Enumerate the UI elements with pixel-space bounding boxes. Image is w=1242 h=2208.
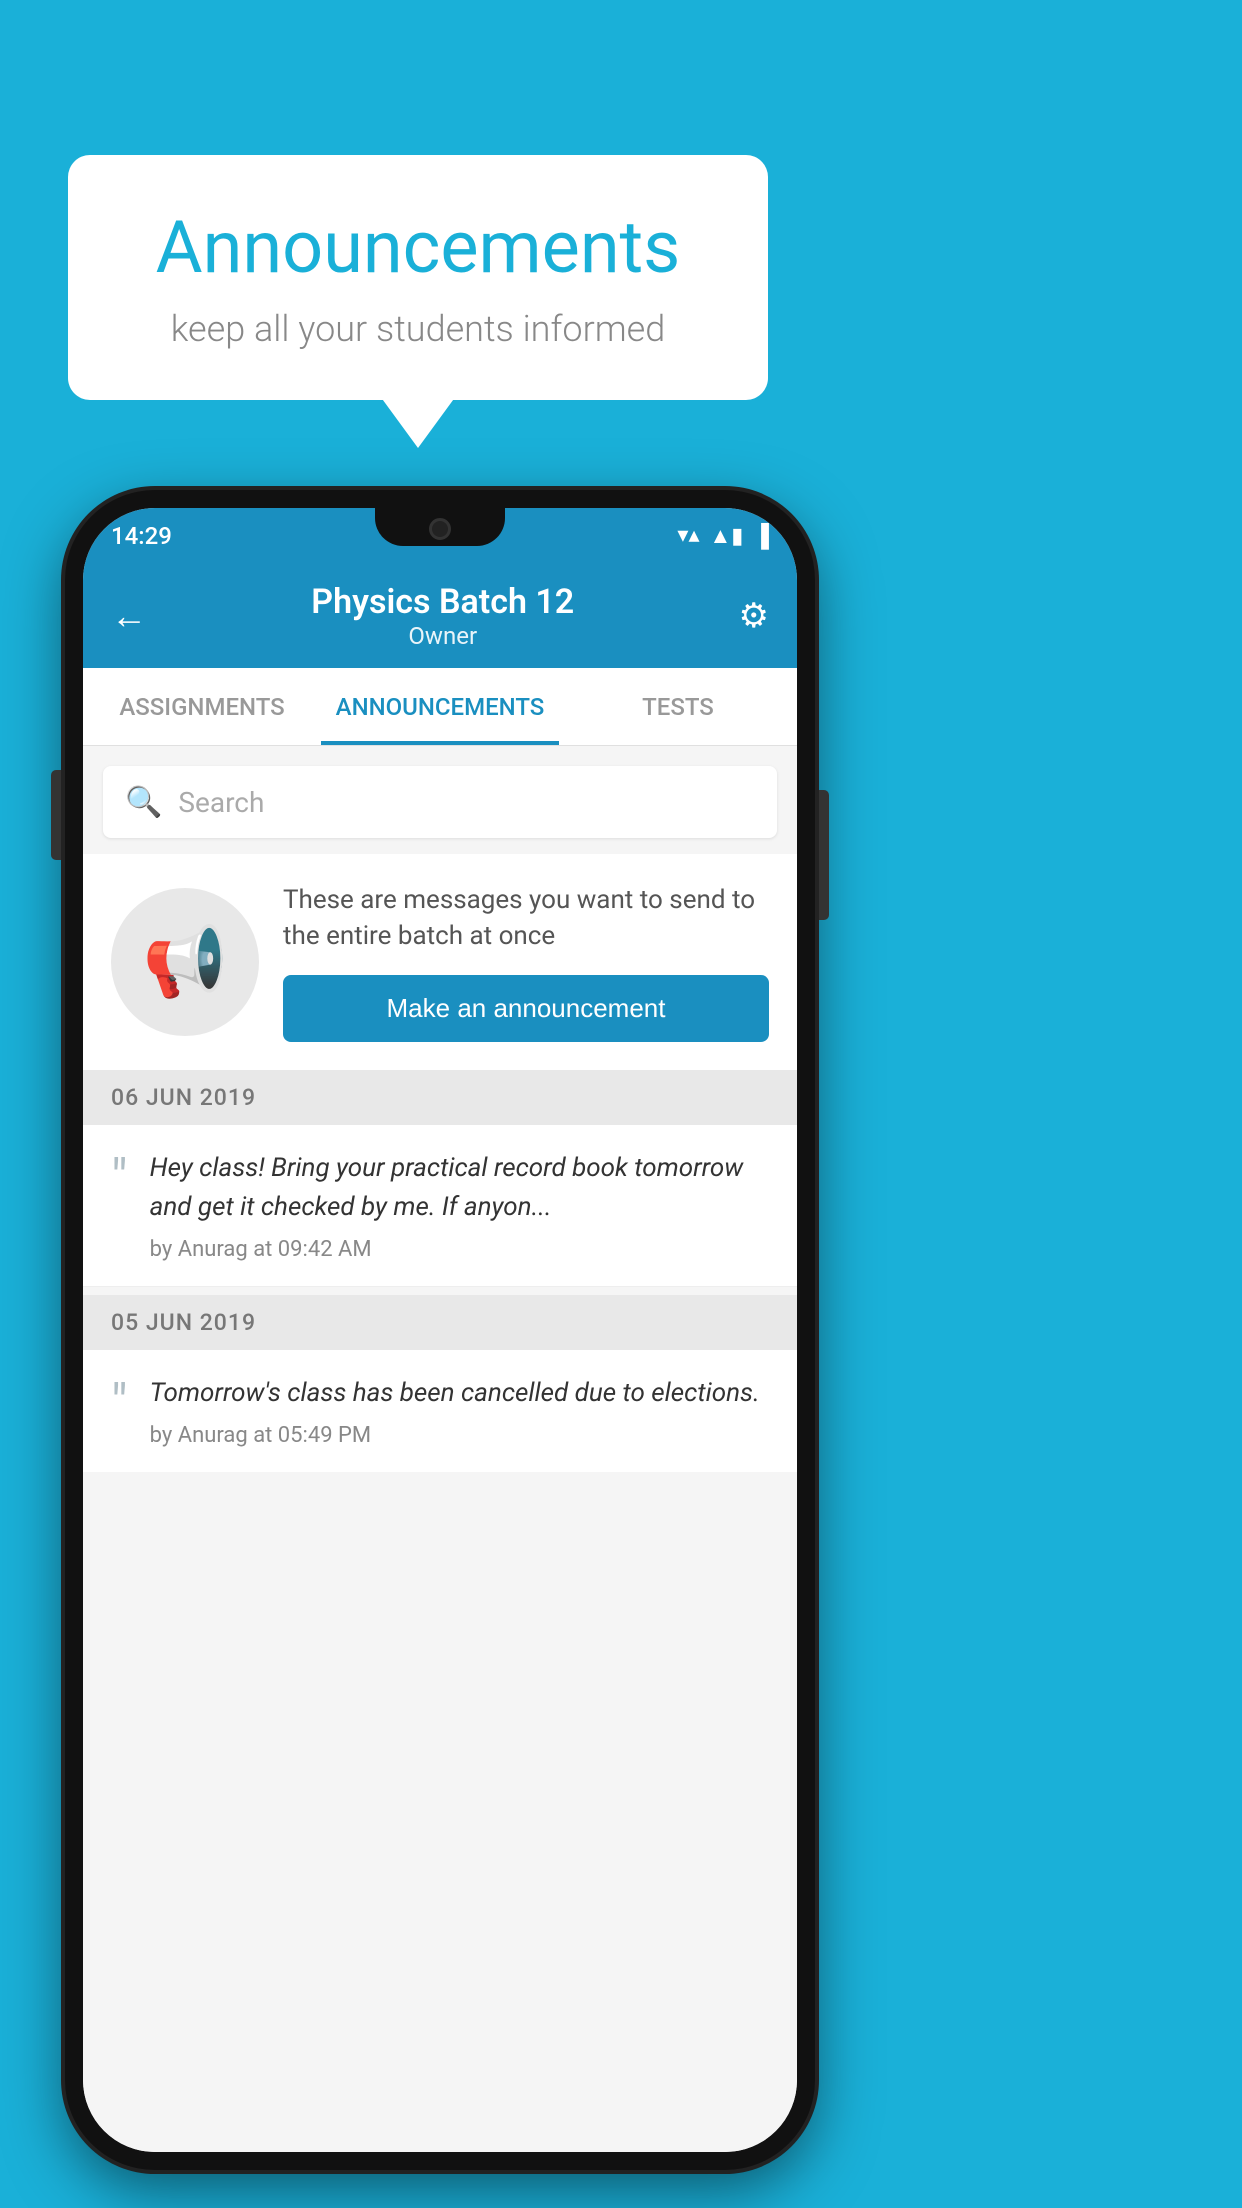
search-bar[interactable]: 🔍 Search bbox=[103, 766, 777, 838]
header-title-area: Physics Batch 12 Owner bbox=[311, 582, 574, 650]
promo-icon-circle: 📢 bbox=[111, 888, 259, 1036]
phone-outer: 14:29 ▾▴ ▲▮ ▐ ← Physics Batch 12 Owner ⚙ bbox=[65, 490, 815, 2170]
phone-notch bbox=[375, 508, 505, 546]
promo-description: These are messages you want to send to t… bbox=[283, 882, 769, 955]
back-button[interactable]: ← bbox=[111, 595, 147, 637]
header-subtitle: Owner bbox=[311, 622, 574, 650]
speech-bubble: Announcements keep all your students inf… bbox=[68, 155, 768, 400]
speech-bubble-container: Announcements keep all your students inf… bbox=[68, 155, 768, 400]
bubble-title: Announcements bbox=[128, 205, 708, 290]
make-announcement-button[interactable]: Make an announcement bbox=[283, 975, 769, 1042]
status-time: 14:29 bbox=[111, 522, 172, 550]
status-icons: ▾▴ ▲▮ ▐ bbox=[677, 523, 769, 549]
search-icon: 🔍 bbox=[125, 785, 162, 820]
app-header: ← Physics Batch 12 Owner ⚙ bbox=[83, 563, 797, 668]
announcement-item-1[interactable]: " Hey class! Bring your practical record… bbox=[83, 1125, 797, 1287]
date-separator-1: 06 JUN 2019 bbox=[83, 1070, 797, 1125]
content-area: 🔍 Search 📢 These are messages you want t… bbox=[83, 746, 797, 2152]
settings-icon[interactable]: ⚙ bbox=[739, 596, 769, 636]
announcement-text-1: Hey class! Bring your practical record b… bbox=[150, 1149, 769, 1227]
signal-icon: ▲▮ bbox=[710, 523, 744, 549]
phone-container: 14:29 ▾▴ ▲▮ ▐ ← Physics Batch 12 Owner ⚙ bbox=[65, 490, 815, 2170]
announcement-content-2: Tomorrow's class has been cancelled due … bbox=[150, 1374, 769, 1448]
header-title: Physics Batch 12 bbox=[311, 582, 574, 622]
tabs-bar: ASSIGNMENTS ANNOUNCEMENTS TESTS bbox=[83, 668, 797, 746]
announcement-content-1: Hey class! Bring your practical record b… bbox=[150, 1149, 769, 1262]
megaphone-icon: 📢 bbox=[143, 922, 228, 1002]
tab-announcements[interactable]: ANNOUNCEMENTS bbox=[321, 668, 559, 745]
search-placeholder: Search bbox=[178, 786, 264, 819]
tab-assignments[interactable]: ASSIGNMENTS bbox=[83, 668, 321, 745]
phone-screen: 14:29 ▾▴ ▲▮ ▐ ← Physics Batch 12 Owner ⚙ bbox=[83, 508, 797, 2152]
quote-icon-2: " bbox=[111, 1378, 128, 1430]
announcement-promo: 📢 These are messages you want to send to… bbox=[83, 854, 797, 1070]
date-separator-2: 05 JUN 2019 bbox=[83, 1295, 797, 1350]
wifi-icon: ▾▴ bbox=[677, 523, 699, 548]
announcement-meta-2: by Anurag at 05:49 PM bbox=[150, 1423, 769, 1448]
announcement-item-2[interactable]: " Tomorrow's class has been cancelled du… bbox=[83, 1350, 797, 1472]
quote-icon-1: " bbox=[111, 1153, 128, 1205]
phone-camera bbox=[429, 518, 451, 540]
battery-icon: ▐ bbox=[753, 523, 769, 549]
announcement-text-2: Tomorrow's class has been cancelled due … bbox=[150, 1374, 769, 1413]
bubble-subtitle: keep all your students informed bbox=[128, 308, 708, 350]
announcement-meta-1: by Anurag at 09:42 AM bbox=[150, 1237, 769, 1262]
tab-tests[interactable]: TESTS bbox=[559, 668, 797, 745]
promo-right: These are messages you want to send to t… bbox=[283, 882, 769, 1042]
